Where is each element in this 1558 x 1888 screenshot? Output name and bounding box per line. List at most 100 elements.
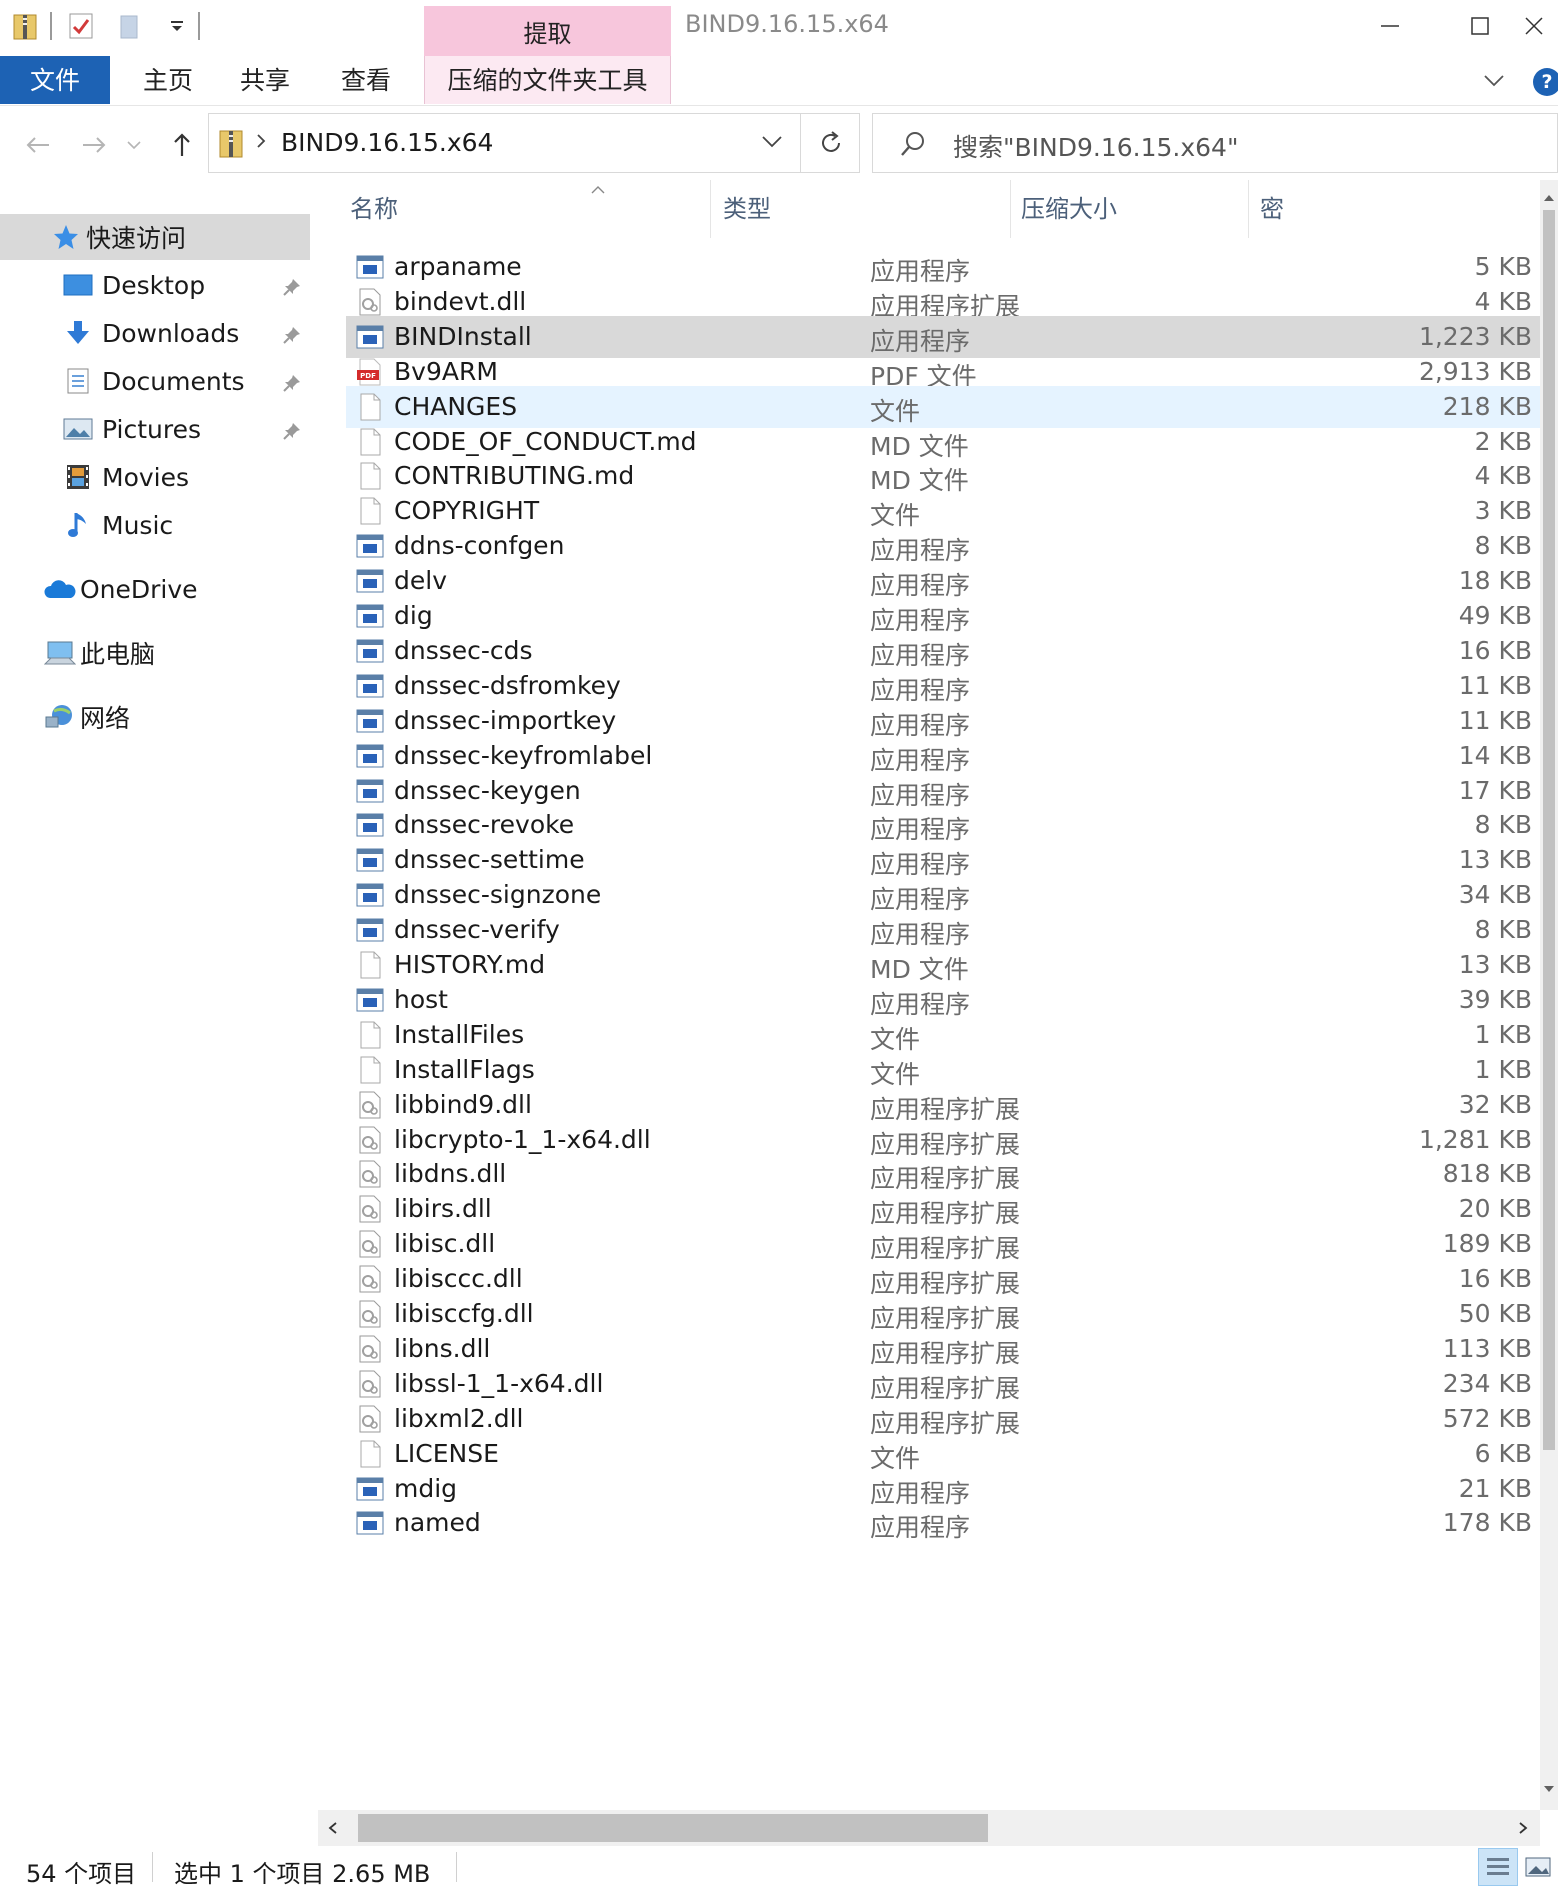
application-icon bbox=[356, 916, 384, 944]
horizontal-scroll-thumb[interactable] bbox=[358, 1814, 988, 1842]
movies-film-icon bbox=[62, 461, 94, 493]
tab-home[interactable]: 主页 bbox=[114, 56, 222, 104]
nav-onedrive[interactable]: OneDrive bbox=[0, 566, 310, 612]
pin-icon[interactable] bbox=[282, 274, 302, 303]
file-name: Bv9ARM bbox=[394, 356, 498, 386]
file-name: dnssec-settime bbox=[394, 845, 585, 875]
file-compressed-size: 34 KB bbox=[1458, 880, 1532, 910]
tab-share[interactable]: 共享 bbox=[222, 56, 308, 104]
help-button[interactable]: ? bbox=[1533, 68, 1558, 96]
breadcrumb-current-folder[interactable]: BIND9.16.15.x64 bbox=[281, 128, 493, 157]
expand-ribbon-button[interactable] bbox=[1476, 66, 1512, 96]
search-input[interactable]: 搜索"BIND9.16.15.x64" bbox=[953, 128, 1238, 164]
file-name: COPYRIGHT bbox=[394, 496, 540, 526]
application-icon bbox=[356, 777, 384, 805]
status-bar: 54 个项目 选中 1 个项目 2.65 MB bbox=[0, 1846, 1558, 1888]
tab-view[interactable]: 查看 bbox=[308, 56, 424, 104]
file-name: LICENSE bbox=[394, 1438, 499, 1468]
nav-item-documents[interactable]: Documents bbox=[0, 358, 310, 404]
new-folder-icon[interactable] bbox=[114, 11, 144, 41]
file-name: CODE_OF_CONDUCT.md bbox=[394, 426, 697, 456]
scroll-up-arrow-icon[interactable] bbox=[1543, 188, 1555, 207]
file-compressed-size: 39 KB bbox=[1458, 984, 1532, 1014]
nav-item-desktop[interactable]: Desktop bbox=[0, 262, 310, 308]
computer-icon bbox=[44, 637, 76, 669]
file-row[interactable]: named应用程序178 KB否 bbox=[346, 1502, 1558, 1544]
address-bar[interactable]: BIND9.16.15.x64 bbox=[208, 113, 860, 173]
address-history-dropdown[interactable] bbox=[761, 134, 783, 153]
file-compressed-size: 18 KB bbox=[1458, 566, 1532, 596]
file-compressed-size: 1 KB bbox=[1474, 1019, 1532, 1049]
column-header-encrypted[interactable]: 密 bbox=[1260, 180, 1284, 238]
nav-item-movies[interactable]: Movies bbox=[0, 454, 310, 500]
details-view-button[interactable] bbox=[1478, 1848, 1518, 1886]
downloads-arrow-icon bbox=[62, 317, 94, 349]
file-compressed-size: 2,913 KB bbox=[1418, 356, 1532, 386]
file-name: named bbox=[394, 1508, 481, 1538]
file-compressed-size: 16 KB bbox=[1458, 635, 1532, 665]
pin-icon[interactable] bbox=[282, 322, 302, 351]
column-header-name[interactable]: 名称 bbox=[350, 180, 398, 238]
up-button[interactable] bbox=[164, 127, 200, 163]
file-name: CONTRIBUTING.md bbox=[394, 461, 635, 491]
vertical-scrollbar[interactable] bbox=[1540, 180, 1558, 1810]
nav-this-pc[interactable]: 此电脑 bbox=[0, 630, 310, 676]
column-divider[interactable] bbox=[1248, 180, 1249, 238]
file-name: dnssec-dsfromkey bbox=[394, 670, 621, 700]
column-divider[interactable] bbox=[710, 180, 711, 238]
pin-icon[interactable] bbox=[282, 370, 302, 399]
generic-file-icon bbox=[356, 497, 384, 525]
star-icon bbox=[50, 221, 82, 253]
tab-compressed-folder-tools[interactable]: 压缩的文件夹工具 bbox=[424, 56, 671, 104]
vertical-scroll-thumb[interactable] bbox=[1543, 210, 1555, 1450]
minimize-button[interactable] bbox=[1345, 0, 1435, 52]
onedrive-cloud-icon bbox=[44, 573, 76, 605]
column-divider[interactable] bbox=[1010, 180, 1011, 238]
refresh-button[interactable] bbox=[800, 113, 860, 173]
application-icon bbox=[356, 637, 384, 665]
file-compressed-size: 16 KB bbox=[1458, 1264, 1532, 1294]
scroll-left-arrow-icon[interactable] bbox=[328, 1820, 338, 1839]
nav-item-music[interactable]: Music bbox=[0, 502, 310, 548]
file-compressed-size: 234 KB bbox=[1442, 1368, 1532, 1398]
search-box[interactable]: 搜索"BIND9.16.15.x64" bbox=[872, 113, 1558, 173]
column-header-compressed-size[interactable]: 压缩大小 bbox=[1021, 180, 1117, 238]
status-divider bbox=[456, 1852, 457, 1882]
pin-icon[interactable] bbox=[282, 418, 302, 447]
breadcrumb-chevron-icon[interactable] bbox=[255, 132, 267, 154]
scroll-right-arrow-icon[interactable] bbox=[1518, 1820, 1528, 1839]
nav-quick-access[interactable]: 快速访问 bbox=[0, 214, 310, 260]
customize-toolbar-dropdown-icon[interactable] bbox=[162, 11, 192, 41]
nav-item-label: Downloads bbox=[102, 318, 240, 348]
nav-item-pictures[interactable]: Pictures bbox=[0, 406, 310, 452]
file-compressed-size: 21 KB bbox=[1458, 1473, 1532, 1503]
file-compressed-size: 50 KB bbox=[1458, 1299, 1532, 1328]
file-name: dnssec-keyfromlabel bbox=[394, 740, 653, 770]
nav-network-label: 网络 bbox=[80, 704, 131, 733]
generic-file-icon bbox=[356, 428, 384, 456]
file-name: host bbox=[394, 984, 448, 1014]
desktop-folder-icon bbox=[62, 269, 94, 301]
properties-check-icon[interactable] bbox=[66, 11, 96, 41]
minimize-icon bbox=[1381, 25, 1399, 27]
generic-file-icon bbox=[356, 951, 384, 979]
back-button[interactable] bbox=[20, 127, 56, 163]
scroll-down-arrow-icon[interactable] bbox=[1543, 1779, 1555, 1798]
file-name: arpaname bbox=[394, 252, 522, 281]
file-type: 应用程序 bbox=[870, 1513, 971, 1543]
horizontal-scrollbar[interactable] bbox=[318, 1810, 1540, 1846]
file-name: dnssec-keygen bbox=[394, 775, 581, 805]
large-icons-view-button[interactable] bbox=[1518, 1848, 1558, 1886]
file-compressed-size: 1,223 KB bbox=[1418, 321, 1532, 351]
close-button[interactable] bbox=[1510, 0, 1558, 52]
tab-file[interactable]: 文件 bbox=[0, 56, 110, 104]
forward-button[interactable] bbox=[76, 127, 112, 163]
nav-item-downloads[interactable]: Downloads bbox=[0, 310, 310, 356]
application-icon bbox=[356, 846, 384, 874]
nav-network[interactable]: 网络 bbox=[0, 694, 310, 740]
recent-locations-button[interactable] bbox=[124, 127, 144, 163]
application-icon bbox=[356, 602, 384, 630]
nav-item-label: Music bbox=[102, 510, 174, 540]
column-header-type[interactable]: 类型 bbox=[723, 180, 771, 238]
generic-file-icon bbox=[356, 393, 384, 421]
